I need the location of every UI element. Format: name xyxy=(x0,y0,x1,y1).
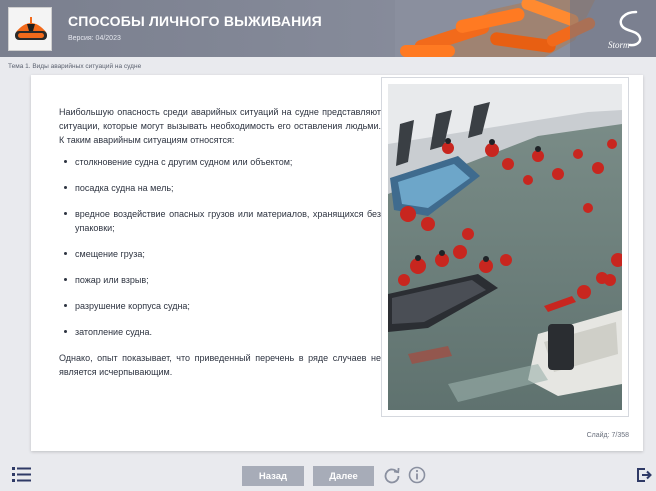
list-item: вредное воздействие опасных грузов или м… xyxy=(59,207,381,235)
list-item: смещение груза; xyxy=(59,247,381,261)
back-button[interactable]: Назад xyxy=(242,466,304,486)
app-header: СПОСОБЫ ЛИЧНОГО ВЫЖИВАНИЯ Версия: 04/202… xyxy=(0,0,656,57)
list-item: затопление судна. xyxy=(59,325,381,339)
photo-frame xyxy=(381,77,629,417)
breadcrumb: Тема 1. Виды аварийных ситуаций на судне xyxy=(8,63,142,70)
list-item: столкновение судна с другим судном или о… xyxy=(59,155,381,169)
list-item: разрушение корпуса судна; xyxy=(59,299,381,313)
reload-icon[interactable] xyxy=(383,466,401,484)
intro-paragraph: Наибольшую опасность среди аварийных сит… xyxy=(59,107,381,146)
life-raft-icon xyxy=(15,17,47,40)
course-logo xyxy=(8,7,52,51)
slide-counter: Слайд: 7/358 xyxy=(586,432,629,439)
list-item: пожар или взрыв; xyxy=(59,273,381,287)
outro-paragraph: Однако, опыт показывает, что приведенный… xyxy=(59,352,381,377)
slide-card: Наибольшую опасность среди аварийных сит… xyxy=(31,75,643,451)
list-menu-icon[interactable] xyxy=(12,465,32,483)
next-button[interactable]: Далее xyxy=(313,466,374,486)
info-icon[interactable] xyxy=(408,466,426,484)
navigation-bar: Назад Далее xyxy=(0,458,656,491)
slide-text: Наибольшую опасность среди аварийных сит… xyxy=(59,105,381,379)
emergency-list: столкновение судна с другим судном или о… xyxy=(59,155,381,339)
storm-logo-icon: Storm xyxy=(608,10,642,50)
course-version: Версия: 04/2023 xyxy=(68,35,121,42)
rescue-photo xyxy=(388,84,622,410)
storm-logo-text: Storm xyxy=(608,40,630,50)
list-item: посадка судна на мель; xyxy=(59,181,381,195)
course-title: СПОСОБЫ ЛИЧНОГО ВЫЖИВАНИЯ xyxy=(68,13,322,29)
exit-icon[interactable] xyxy=(636,467,652,483)
